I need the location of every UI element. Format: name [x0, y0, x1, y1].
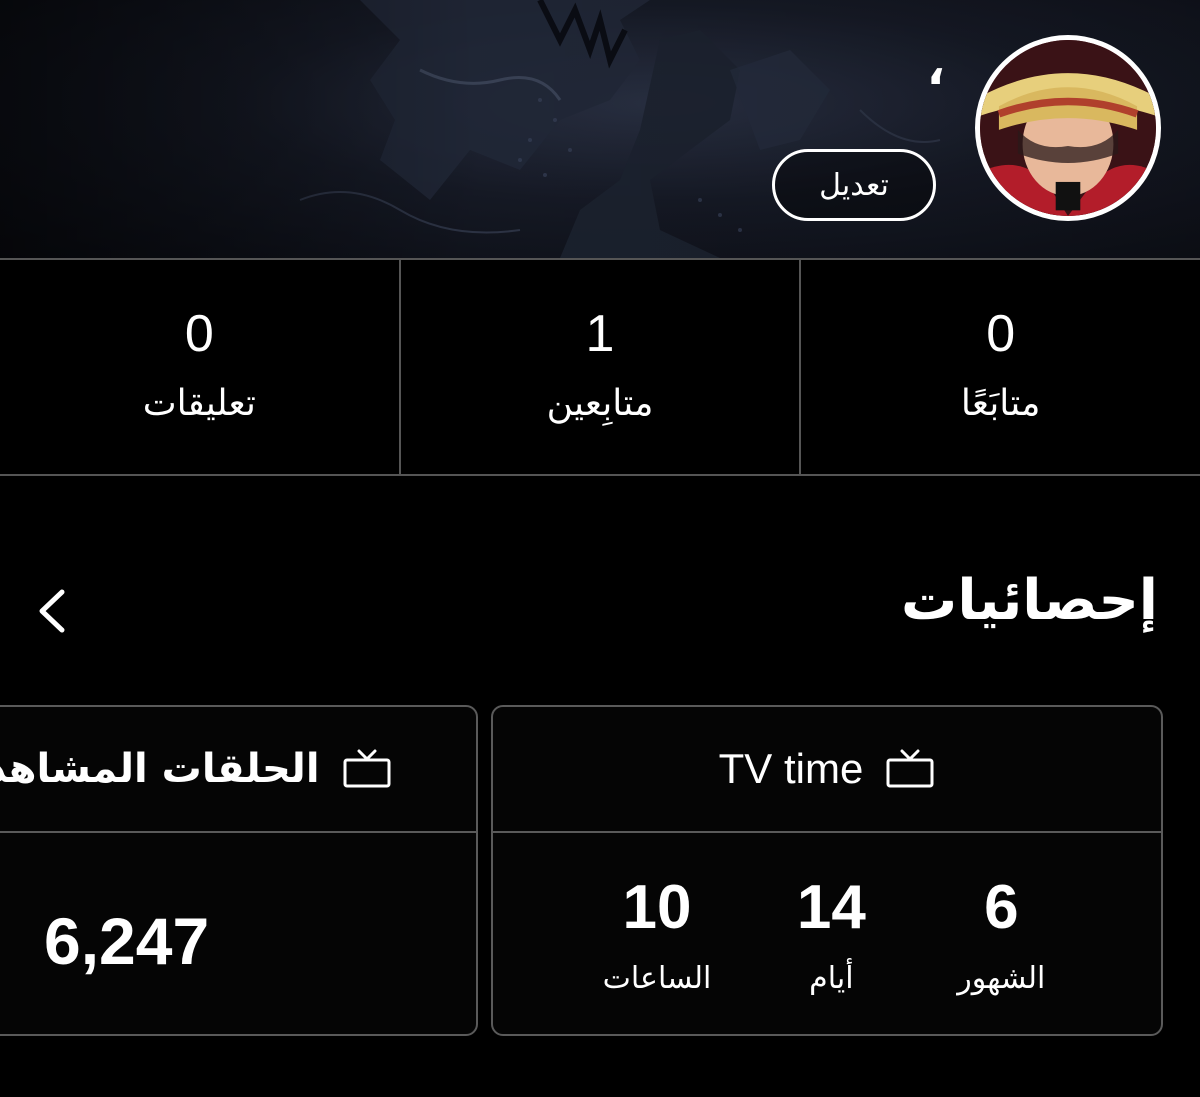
- tv-time-days: 14 أيام: [781, 873, 881, 997]
- profile-banner: ، تعديل: [0, 0, 1200, 258]
- episodes-title: الحلقات المشاهدة: [0, 746, 320, 792]
- episodes-watched-card[interactable]: الحلقات المشاهدة 6,247: [0, 705, 478, 1036]
- followers-counter[interactable]: 1 متابِعين: [398, 260, 800, 474]
- stats-title: إحصائيات: [901, 568, 1158, 633]
- tv-icon: [343, 749, 391, 788]
- followers-count: 1: [585, 305, 615, 364]
- following-label: متابَعًا: [960, 383, 1041, 425]
- comments-count: 0: [184, 305, 214, 364]
- tv-time-months-value: 6: [984, 873, 1019, 942]
- tv-time-card-header: TV time: [493, 707, 1161, 833]
- tv-time-hours: 10 الساعات: [602, 873, 712, 997]
- tv-time-days-value: 14: [796, 873, 866, 942]
- tv-time-months-label: الشهور: [957, 961, 1046, 996]
- avatar[interactable]: [975, 35, 1161, 221]
- following-count: 0: [986, 305, 1016, 364]
- avatar-image: [980, 40, 1156, 216]
- tv-time-card[interactable]: TV time 6 الشهور 14 أيام 10 الساعات: [491, 705, 1163, 1036]
- chevron-left-icon[interactable]: [34, 588, 72, 634]
- tv-icon: [886, 749, 934, 788]
- tv-time-hours-label: الساعات: [602, 961, 712, 996]
- tv-time-days-label: أيام: [809, 961, 854, 996]
- tv-time-hours-value: 10: [622, 873, 692, 942]
- tv-time-title: TV time: [718, 745, 864, 792]
- comments-label: تعليقات: [142, 383, 256, 425]
- following-counter[interactable]: 0 متابَعًا: [799, 260, 1200, 474]
- tv-time-breakdown: 6 الشهور 14 أيام 10 الساعات: [493, 833, 1161, 997]
- episodes-count: 6,247: [44, 904, 210, 978]
- tv-time-months: 6 الشهور: [951, 873, 1051, 997]
- profile-username: ،: [926, 40, 945, 96]
- episodes-card-header: الحلقات المشاهدة: [0, 707, 476, 833]
- profile-counters: 0 متابَعًا 1 متابِعين 0 تعليقات: [0, 258, 1200, 476]
- followers-label: متابِعين: [546, 383, 654, 425]
- comments-counter[interactable]: 0 تعليقات: [0, 260, 399, 474]
- edit-profile-button[interactable]: تعديل: [772, 149, 936, 221]
